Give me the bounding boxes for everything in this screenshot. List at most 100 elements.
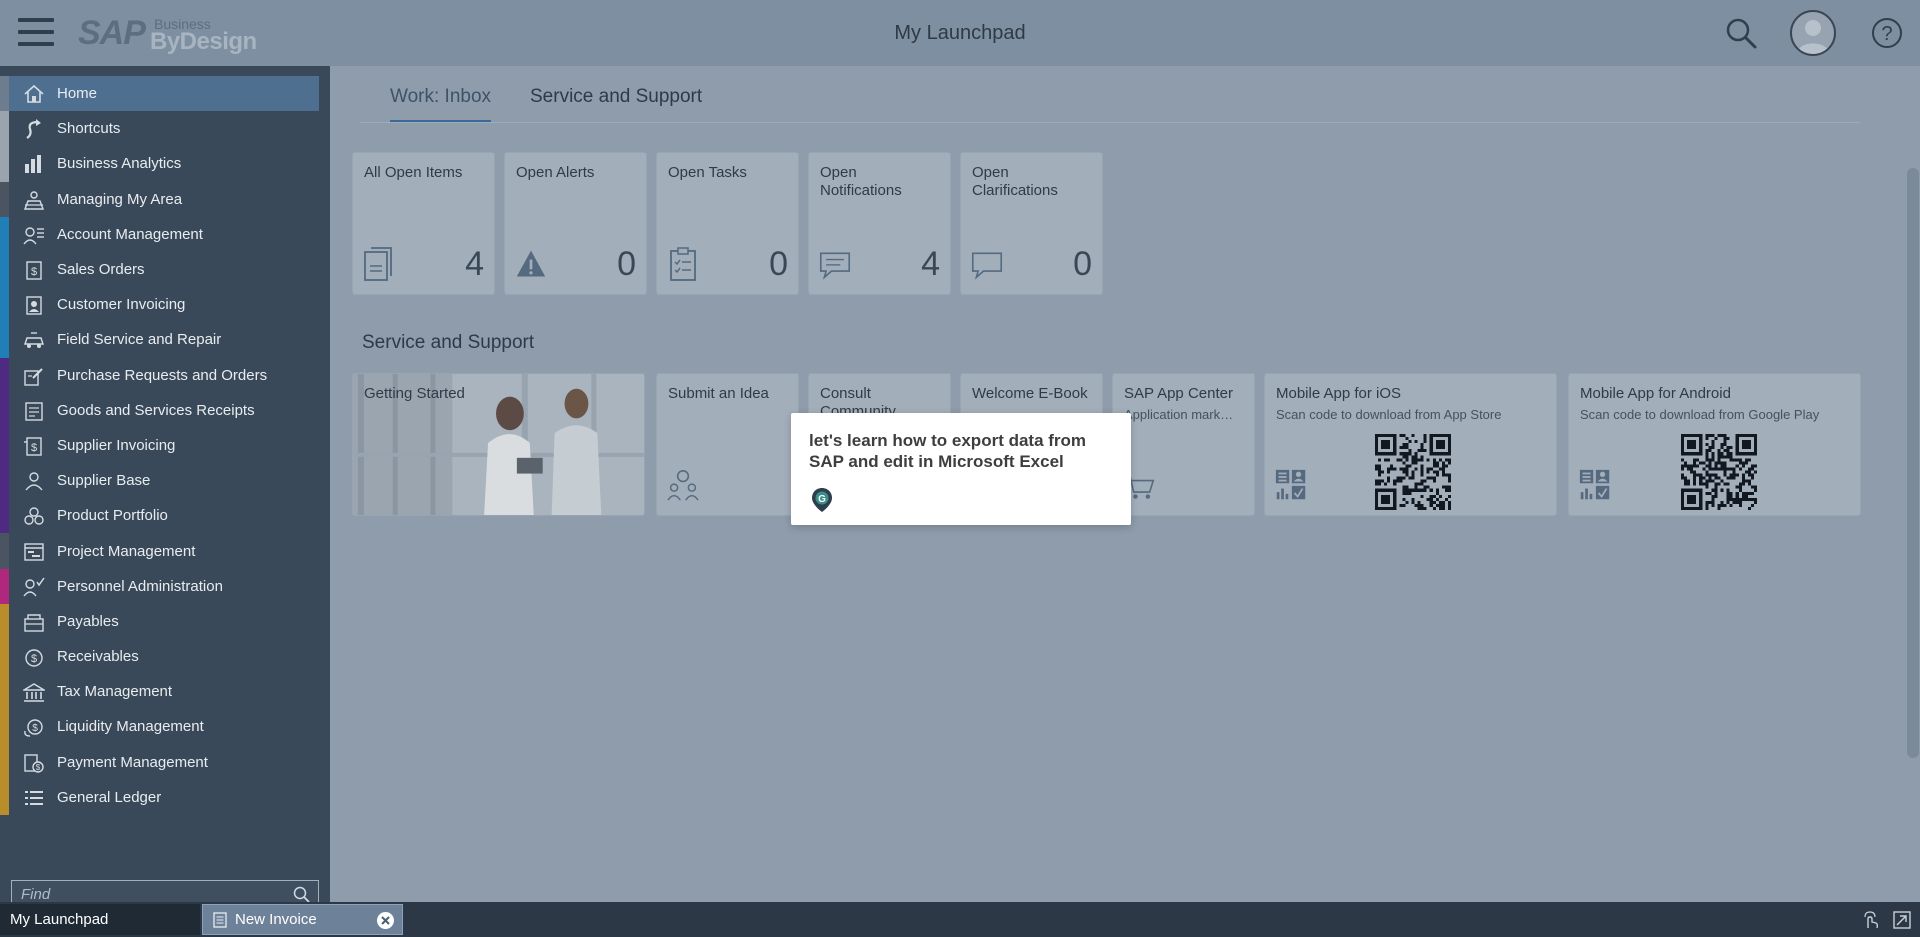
sidebar-category-bar	[0, 709, 9, 745]
tab-work-inbox[interactable]: Work: Inbox	[390, 86, 492, 122]
sidebar-item-account-management[interactable]: Account Management	[0, 216, 330, 252]
sidebar-item-label: Shortcuts	[57, 120, 121, 138]
tasks-clipboard-icon	[670, 247, 696, 281]
tab-service-and-support[interactable]: Service and Support	[530, 86, 702, 120]
sidebar-item-supplier-invoicing[interactable]: $ Supplier Invoicing	[0, 427, 330, 464]
exit-fullscreen-icon[interactable]	[1893, 911, 1911, 929]
tile-title: Welcome E-Book	[972, 385, 1088, 402]
sidebar-work-center-list: Home Shortcuts Business Analytics Managing …	[0, 76, 330, 868]
main-scrollbar[interactable]	[1907, 168, 1919, 758]
touch-mode-icon[interactable]	[1862, 911, 1880, 929]
tile-open-tasks[interactable]: Open Tasks 0	[656, 152, 799, 295]
sidebar-item-business-analytics[interactable]: Business Analytics	[0, 146, 330, 182]
notification-message-icon	[819, 252, 851, 280]
tile-title: Open Tasks	[668, 164, 747, 181]
guided-tour-popup[interactable]: let's learn how to export data from SAP …	[791, 413, 1131, 525]
tile-open-notifications[interactable]: Open Notifications 4	[808, 152, 951, 295]
sidebar-item-label: Purchase Requests and Orders	[57, 366, 268, 384]
sidebar-item-label: Tax Management	[57, 683, 173, 701]
tile-mobile-app-android[interactable]: Mobile App for Android Scan code to down…	[1568, 373, 1861, 516]
sidebar-item-general-ledger[interactable]: General Ledger	[0, 779, 330, 815]
search-icon[interactable]	[1724, 16, 1758, 50]
sidebar-category-bar	[0, 251, 9, 288]
sidebar-category-bar	[0, 322, 9, 358]
alert-icon	[516, 250, 546, 277]
sidebar-item-label: Business Analytics	[57, 155, 182, 173]
tile-open-clarifications[interactable]: Open Clarifications 0	[960, 152, 1103, 295]
sidebar-item-label: Personnel Administration	[57, 577, 223, 595]
sidebar-item-home[interactable]: Home	[0, 76, 319, 112]
sidebar-item-payables[interactable]: Payables	[0, 603, 330, 639]
tile-title: Submit an Idea	[668, 385, 769, 402]
sidebar-item-supplier-base[interactable]: Supplier Base	[0, 463, 330, 499]
sidebar-item-shortcuts[interactable]: Shortcuts	[0, 111, 330, 147]
sidebar-item-label: Supplier Base	[57, 472, 151, 490]
tile-subtitle: Scan code to download from Google Play	[1580, 407, 1820, 422]
sidebar-item-label: Supplier Invoicing	[57, 436, 176, 454]
sidebar-item-purchase-requests-and-orders[interactable]: Purchase Requests and Orders	[0, 357, 330, 393]
sidebar-item-product-portfolio[interactable]: Product Portfolio	[0, 498, 330, 534]
sidebar-item-goods-and-services-receipts[interactable]: Goods and Services Receipts	[0, 392, 330, 428]
supplier-base-icon	[25, 472, 43, 491]
customer-invoicing-icon	[26, 296, 42, 315]
tile-mobile-app-ios[interactable]: Mobile App for iOS Scan code to download…	[1264, 373, 1557, 516]
mobile-app-icon	[1579, 469, 1610, 500]
mobile-app-icon	[1275, 469, 1306, 500]
help-icon[interactable]: ?	[1870, 16, 1904, 50]
sidebar-category-bar	[0, 779, 9, 815]
personnel-icon	[23, 577, 45, 597]
sidebar-category-bar	[0, 181, 9, 217]
taskbar-tab-new-invoice[interactable]: New Invoice	[202, 904, 403, 935]
goods-receipts-icon	[25, 401, 43, 421]
sidebar-item-receivables[interactable]: $ Receivables	[0, 639, 330, 675]
liquidity-icon: $	[24, 719, 43, 738]
sidebar-item-field-service-and-repair[interactable]: Field Service and Repair	[0, 322, 330, 358]
svg-text:$: $	[31, 653, 37, 665]
sidebar-item-liquidity-management[interactable]: $ Liquidity Management	[0, 709, 330, 745]
service-section-title: Service and Support	[362, 332, 535, 353]
tile-sap-app-center[interactable]: SAP App Center Application mark…	[1112, 373, 1255, 516]
tile-title: Open Clarifications	[972, 164, 1058, 199]
payment-icon: $	[24, 753, 44, 773]
android-qr-code	[1681, 434, 1757, 510]
supplier-invoicing-icon: $	[24, 437, 42, 456]
payables-icon	[24, 614, 44, 632]
sidebar-item-project-management[interactable]: Project Management	[0, 533, 330, 569]
tile-title: Mobile App for iOS	[1276, 385, 1402, 402]
sidebar-item-sales-orders[interactable]: $ Sales Orders	[0, 251, 330, 288]
sidebar-category-bar	[0, 463, 9, 499]
account-management-icon	[23, 227, 44, 245]
idea-people-icon	[667, 469, 699, 501]
tile-getting-started[interactable]: Getting Started	[352, 373, 645, 516]
sidebar-category-bar	[0, 674, 9, 710]
sidebar-category-bar	[0, 498, 9, 534]
sidebar-item-label: Project Management	[57, 542, 196, 560]
tile-count: 0	[769, 245, 788, 283]
ios-qr-code	[1375, 434, 1451, 510]
sidebar-category-bar	[0, 287, 9, 323]
clarification-chat-icon	[971, 252, 1003, 280]
documents-icon	[364, 247, 392, 281]
tile-title: Open Notifications	[820, 164, 902, 199]
user-avatar-icon[interactable]	[1790, 10, 1836, 56]
svg-text:$: $	[31, 266, 37, 278]
sidebar-item-managing-my-area[interactable]: Managing My Area	[0, 181, 330, 217]
tile-count: 0	[617, 245, 636, 283]
product-portfolio-icon	[24, 507, 44, 525]
close-tab-icon[interactable]	[376, 911, 395, 930]
sidebar-item-tax-management[interactable]: Tax Management	[0, 674, 330, 710]
find-search-icon[interactable]	[293, 886, 310, 903]
sidebar-item-label: Account Management	[57, 225, 203, 243]
sidebar-item-payment-management[interactable]: $ Payment Management	[0, 744, 330, 780]
tile-submit-an-idea[interactable]: Submit an Idea	[656, 373, 799, 516]
tile-title: Getting Started	[364, 385, 465, 402]
sales-orders-icon: $	[26, 261, 42, 280]
sidebar-item-customer-invoicing[interactable]: Customer Invoicing	[0, 287, 330, 323]
sidebar-item-label: Home	[57, 85, 98, 103]
sidebar-item-personnel-administration[interactable]: Personnel Administration	[0, 568, 330, 604]
tile-all-open-items[interactable]: All Open Items 4	[352, 152, 495, 295]
tile-open-alerts[interactable]: Open Alerts 0	[504, 152, 647, 295]
sidebar-item-label: Payment Management	[57, 753, 208, 771]
location-pin-g-icon[interactable]: G	[811, 487, 833, 513]
taskbar-tab-my-launchpad[interactable]: My Launchpad	[0, 904, 200, 935]
